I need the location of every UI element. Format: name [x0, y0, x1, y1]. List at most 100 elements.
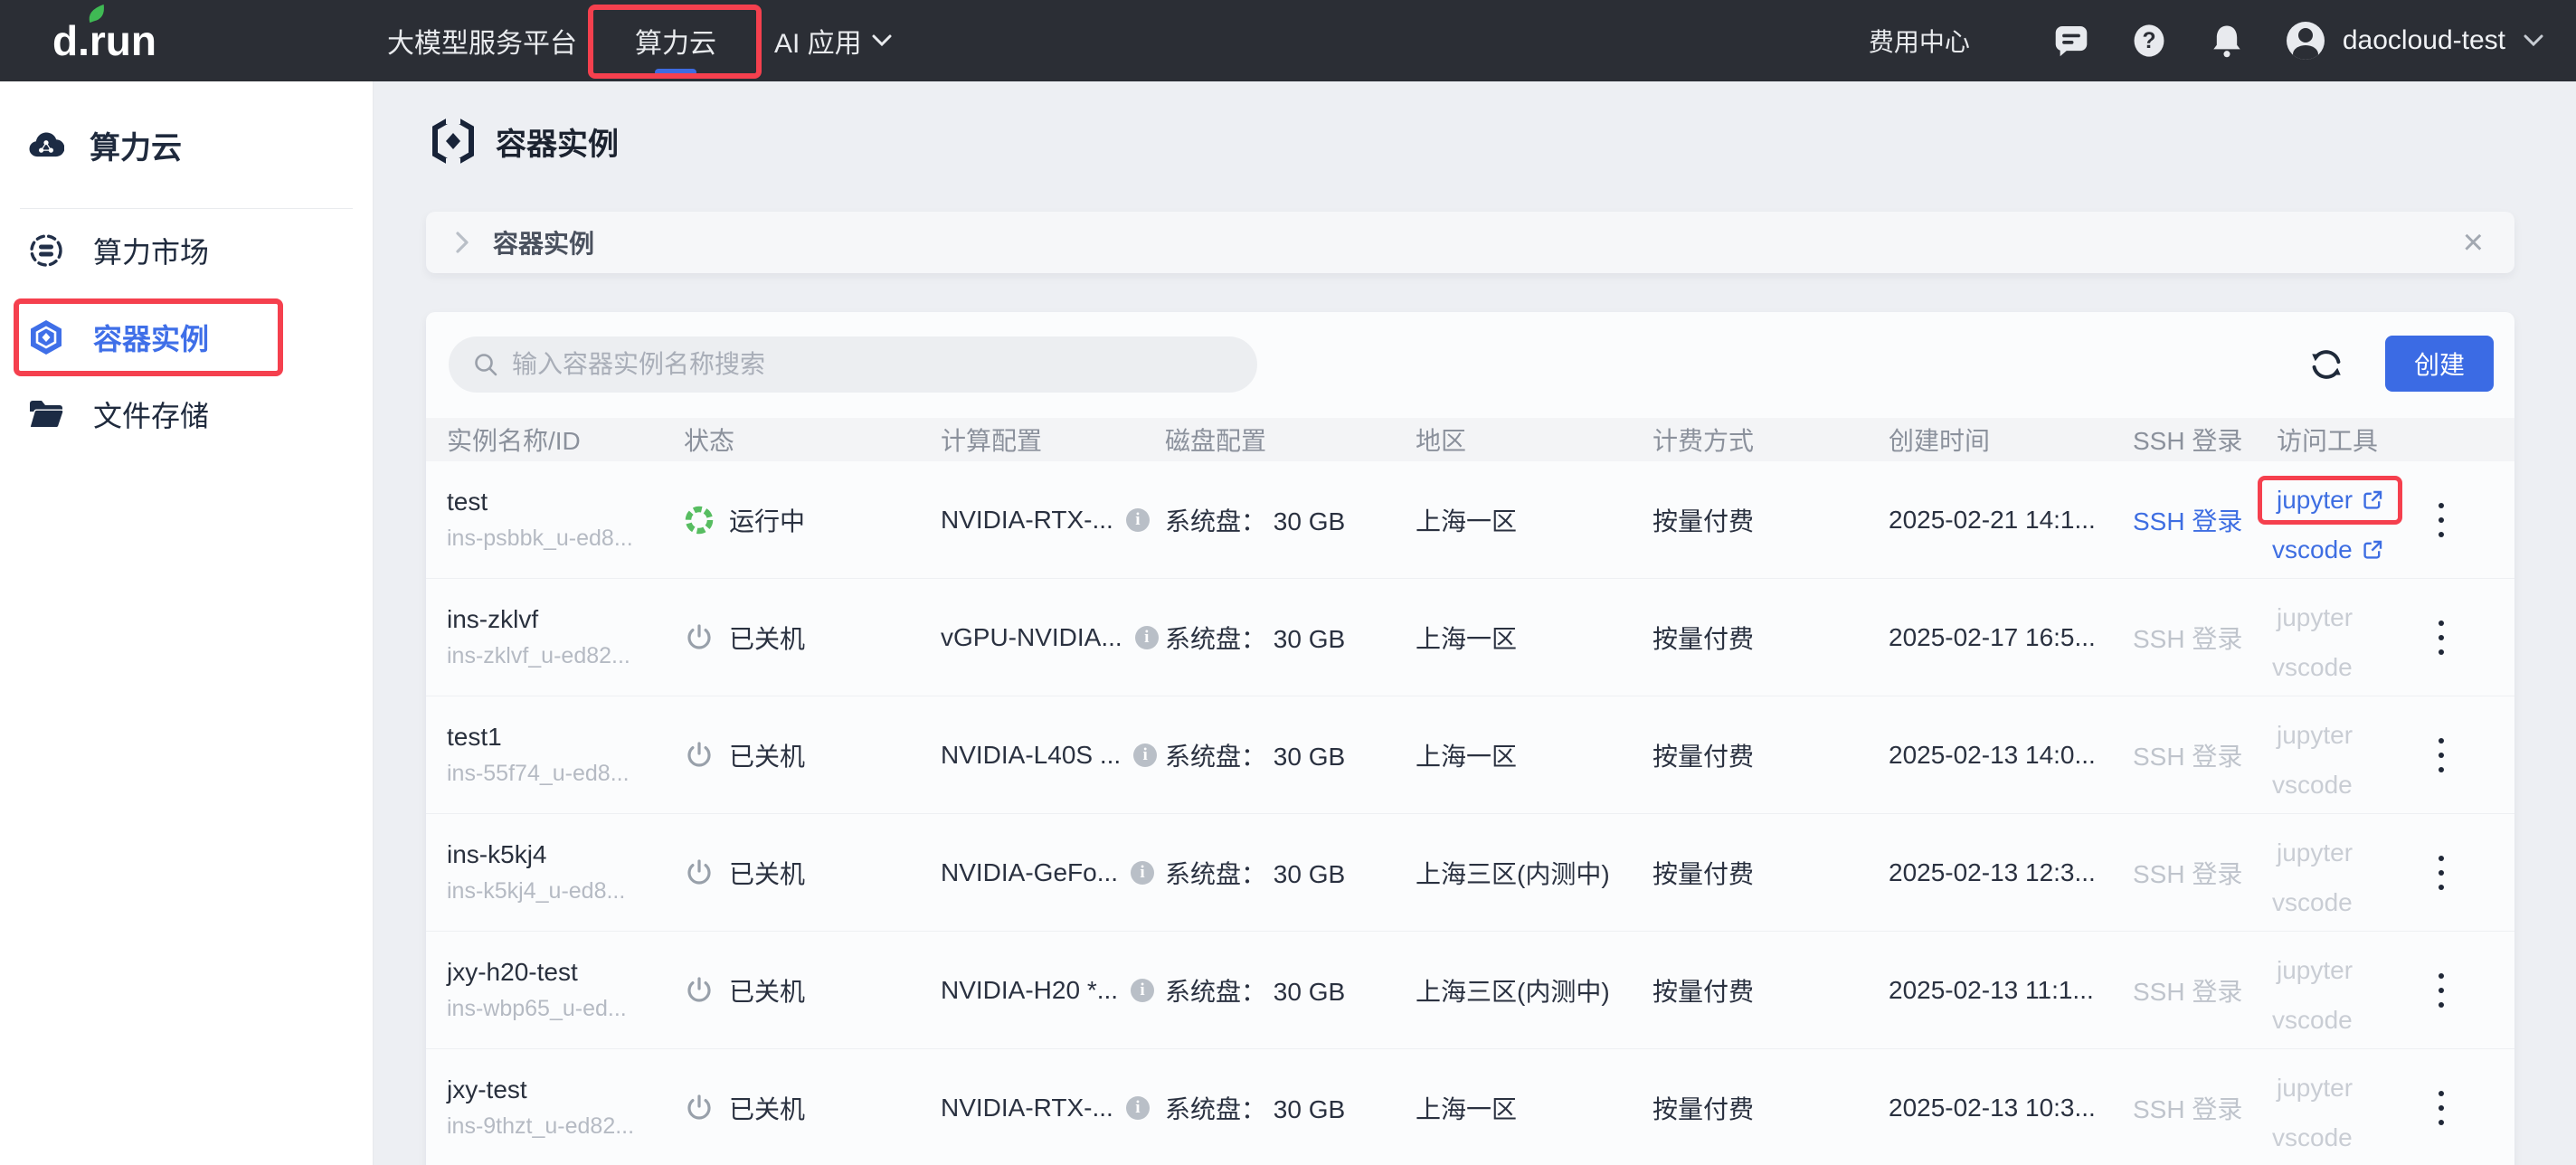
status-cell: 已关机 [684, 855, 941, 891]
info-icon[interactable]: i [1133, 744, 1157, 767]
instance-name-cell: test1 ins-55f74_u-ed8... [447, 723, 684, 787]
kebab-menu-button[interactable] [2421, 493, 2461, 547]
info-icon[interactable]: i [1126, 1096, 1150, 1120]
table-row: ins-k5kj4 ins-k5kj4_u-ed8... 已关机 NVIDIA-… [426, 814, 2514, 932]
gpu-model: NVIDIA-RTX-... [941, 506, 1113, 535]
sidebar-item-label: 算力市场 [93, 230, 209, 271]
help-icon[interactable]: ? [2129, 23, 2169, 59]
status-text: 已关机 [729, 972, 805, 1009]
ssh-cell: SSH 登录 [2133, 737, 2277, 773]
access-tools-cell: jupyter vscode [2277, 829, 2421, 917]
kebab-menu-button[interactable] [2421, 611, 2461, 665]
create-button[interactable]: 创建 [2385, 336, 2494, 392]
instance-id: ins-zklvf_u-ed82... [447, 643, 630, 669]
message-icon[interactable] [2051, 23, 2091, 59]
chevron-down-icon [871, 33, 893, 48]
column-header-tools: 访问工具 [2277, 421, 2421, 458]
vscode-link: vscode [2272, 888, 2353, 917]
power-off-icon [684, 622, 715, 653]
search-input[interactable] [512, 336, 1257, 393]
kebab-menu-button[interactable] [2421, 846, 2461, 900]
info-icon[interactable]: i [1131, 861, 1154, 885]
instance-name-cell: jxy-test ins-9thzt_u-ed82... [447, 1075, 684, 1140]
jupyter-link[interactable]: jupyter [2277, 486, 2383, 515]
container-page-icon [432, 115, 474, 167]
nav-item-llm-platform[interactable]: 大模型服务平台 [387, 0, 577, 81]
billing-center-link[interactable]: 费用中心 [1869, 23, 1970, 59]
sidebar-item-label: 文件存储 [93, 393, 209, 435]
instances-card: 创建 实例名称/ID状态计算配置磁盘配置地区计费方式创建时间SSH 登录访问工具… [426, 312, 2514, 1165]
column-header-created: 创建时间 [1889, 421, 2133, 458]
compute-config-cell: NVIDIA-RTX-... i [941, 1094, 1165, 1122]
disk-config-cell: 系统盘： 30 GB [1165, 502, 1416, 538]
jupyter-link: jupyter [2277, 721, 2353, 750]
close-icon[interactable]: × [2463, 224, 2484, 260]
nav-item-compute-cloud[interactable]: 算力云 [635, 0, 716, 81]
kebab-icon [2437, 618, 2446, 658]
ssh-login-link: SSH 登录 [2133, 1090, 2242, 1126]
access-tools-cell: jupyter vscode [2277, 1064, 2421, 1152]
disk-config-cell: 系统盘： 30 GB [1165, 620, 1416, 656]
ssh-cell: SSH 登录 [2133, 855, 2277, 891]
table-header: 实例名称/ID状态计算配置磁盘配置地区计费方式创建时间SSH 登录访问工具 [426, 418, 2514, 461]
access-tools-cell: jupyter vscode [2277, 711, 2421, 800]
info-icon[interactable]: i [1131, 979, 1154, 1002]
kebab-menu-button[interactable] [2421, 1081, 2461, 1135]
refresh-icon[interactable] [2306, 345, 2346, 384]
jupyter-link: jupyter [2277, 838, 2353, 867]
gpu-model: NVIDIA-H20 *... [941, 976, 1118, 1005]
breadcrumb-current: 容器实例 [493, 224, 594, 260]
annotation-box-jupyter: jupyter [2258, 476, 2402, 525]
gpu-model: NVIDIA-L40S ... [941, 741, 1121, 770]
bell-icon[interactable] [2207, 23, 2247, 59]
billing-cell: 按量付费 [1653, 737, 1889, 773]
compute-config-cell: vGPU-NVIDIA... i [941, 623, 1165, 652]
jupyter-link: jupyter [2277, 956, 2353, 985]
svg-text:?: ? [2142, 29, 2155, 53]
created-time-cell: 2025-02-21 14:1... [1889, 506, 2133, 535]
created-time-cell: 2025-02-13 10:3... [1889, 1094, 2133, 1122]
kebab-menu-button[interactable] [2421, 963, 2461, 1018]
sidebar-item-file-storage[interactable]: 文件存储 [0, 387, 373, 441]
running-spinner-icon [684, 505, 715, 535]
column-header-billing: 计费方式 [1653, 421, 1889, 458]
column-header-region: 地区 [1416, 421, 1653, 458]
compute-config-cell: NVIDIA-RTX-... i [941, 506, 1165, 535]
region-cell: 上海三区(内测中) [1416, 855, 1653, 891]
drun-logo[interactable]: d.run [52, 16, 233, 65]
kebab-menu-button[interactable] [2421, 728, 2461, 782]
ssh-login-link: SSH 登录 [2133, 972, 2242, 1009]
access-tools-cell: jupyter vscode [2277, 946, 2421, 1035]
billing-cell: 按量付费 [1653, 1090, 1889, 1126]
jupyter-link: jupyter [2277, 603, 2353, 632]
info-icon[interactable]: i [1135, 626, 1159, 649]
jupyter-wrap: jupyter [2258, 711, 2372, 760]
ssh-login-link[interactable]: SSH 登录 [2133, 502, 2242, 538]
instance-id: ins-k5kj4_u-ed8... [447, 878, 625, 905]
row-actions-cell [2421, 493, 2514, 547]
instance-id: ins-wbp65_u-ed... [447, 996, 627, 1022]
vscode-link: vscode [2272, 1123, 2353, 1152]
avatar-icon [2285, 20, 2326, 62]
sidebar-item-container-instances[interactable]: 容器实例 [0, 310, 373, 365]
vscode-link[interactable]: vscode [2272, 535, 2383, 564]
created-time-cell: 2025-02-13 11:1... [1889, 976, 2133, 1005]
power-off-icon [684, 857, 715, 888]
table-row: ins-zklvf ins-zklvf_u-ed82... 已关机 vGPU-N… [426, 579, 2514, 696]
jupyter-link: jupyter [2277, 1074, 2353, 1103]
info-icon[interactable]: i [1126, 508, 1150, 532]
instance-name-cell: test ins-psbbk_u-ed8... [447, 488, 684, 552]
row-actions-cell [2421, 1081, 2514, 1135]
sidebar-item-compute-market[interactable]: 算力市场 [0, 223, 373, 278]
leaf-icon [85, 2, 109, 25]
column-header-name: 实例名称/ID [447, 421, 684, 458]
page-title: 容器实例 [496, 119, 619, 164]
chevron-right-icon[interactable] [453, 230, 471, 255]
kebab-icon [2437, 735, 2446, 775]
user-menu[interactable]: daocloud-test [2285, 20, 2545, 62]
nav-item-ai-apps[interactable]: AI 应用 [774, 0, 893, 81]
sidebar-header-compute-cloud[interactable]: 算力云 [0, 118, 373, 172]
column-header-status: 状态 [684, 421, 941, 458]
username: daocloud-test [2343, 25, 2505, 56]
column-header-compute: 计算配置 [941, 421, 1165, 458]
